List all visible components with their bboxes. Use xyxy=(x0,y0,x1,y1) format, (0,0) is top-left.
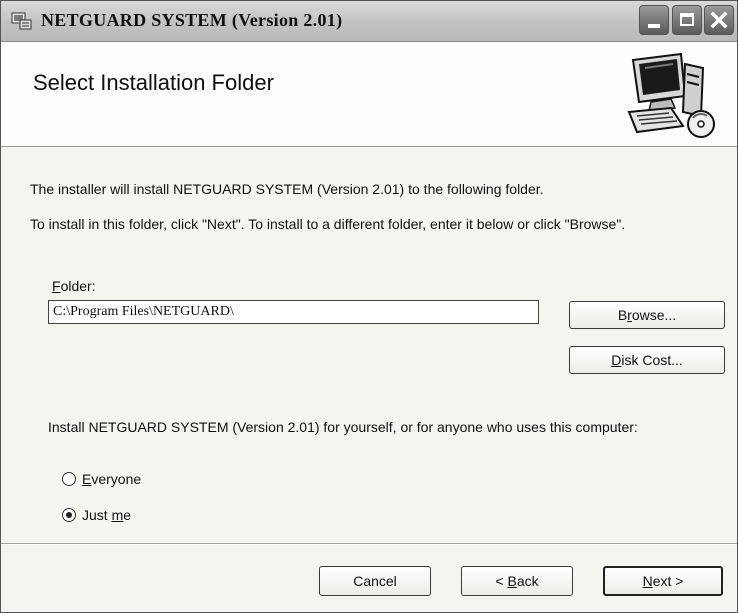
window-title: NETGUARD SYSTEM (Version 2.01) xyxy=(41,10,343,30)
close-icon xyxy=(710,11,728,29)
just-me-label: Just me xyxy=(82,507,131,523)
everyone-label: Everyone xyxy=(82,471,141,487)
page-title: Select Installation Folder xyxy=(33,70,274,95)
maximize-button[interactable] xyxy=(672,5,702,35)
next-label-end: ext > xyxy=(652,573,684,589)
cancel-label: Cancel xyxy=(353,573,397,589)
folder-label-mnemonic: F xyxy=(52,278,61,294)
everyone-label-end: veryone xyxy=(91,471,142,487)
install-for-prompt: Install NETGUARD SYSTEM (Version 2.01) f… xyxy=(48,419,638,435)
title-bar[interactable]: NETGUARD SYSTEM (Version 2.01) xyxy=(1,1,737,42)
browse-label-start: B xyxy=(617,307,628,323)
everyone-label-mnemonic: E xyxy=(82,471,92,487)
installer-window: NETGUARD SYSTEM (Version 2.01) Select In… xyxy=(0,0,738,613)
back-label-end: ack xyxy=(516,573,539,589)
computer-install-icon xyxy=(627,52,715,138)
footer-divider xyxy=(1,543,737,545)
installer-app-icon xyxy=(11,12,32,30)
folder-path-input[interactable] xyxy=(48,300,539,324)
disk-cost-label-mnemonic: D xyxy=(611,352,622,368)
back-button[interactable]: < Back xyxy=(461,566,573,596)
everyone-radio[interactable] xyxy=(62,472,76,486)
everyone-option[interactable]: Everyone xyxy=(62,471,141,487)
disk-cost-label-end: isk Cost... xyxy=(621,352,683,368)
back-label-mnemonic: B xyxy=(507,573,517,589)
back-label-prefix: < xyxy=(495,573,508,589)
just-me-option[interactable]: Just me xyxy=(62,507,131,523)
just-me-label-end: e xyxy=(123,507,132,523)
just-me-label-mnemonic: m xyxy=(111,507,124,523)
next-button[interactable]: Next > xyxy=(603,566,723,596)
close-button[interactable] xyxy=(704,5,734,35)
install-instructions: To install in this folder, click "Next".… xyxy=(30,216,626,232)
folder-label: Folder: xyxy=(52,278,96,294)
dialog-header: Select Installation Folder xyxy=(1,42,737,147)
install-description: The installer will install NETGUARD SYST… xyxy=(30,181,544,197)
browse-button[interactable]: Br owse... xyxy=(569,301,725,329)
just-me-label-start: Just xyxy=(82,507,112,523)
disk-cost-button[interactable]: Disk Cost... xyxy=(569,346,725,374)
cancel-button[interactable]: Cancel xyxy=(319,566,431,596)
minimize-button[interactable] xyxy=(639,5,669,35)
browse-label-end: owse... xyxy=(631,307,677,323)
folder-label-text: older: xyxy=(60,278,96,294)
next-label-mnemonic: N xyxy=(642,573,653,589)
just-me-radio[interactable] xyxy=(62,508,76,522)
